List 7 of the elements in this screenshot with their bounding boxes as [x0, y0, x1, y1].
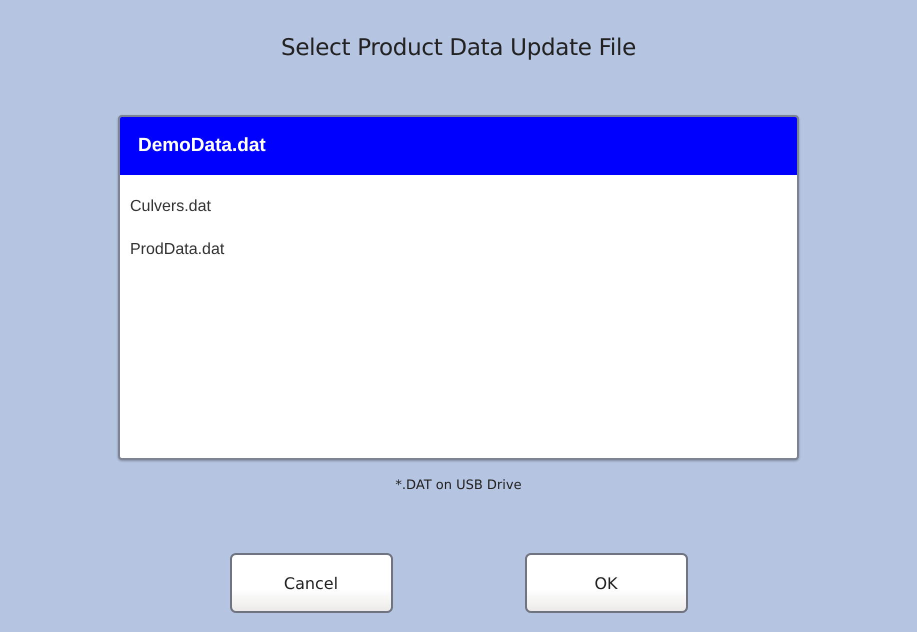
ok-button[interactable]: OK [524, 553, 688, 613]
file-item[interactable]: ProdData.dat [120, 228, 797, 271]
file-item[interactable]: Culvers.dat [120, 185, 797, 228]
cancel-button[interactable]: Cancel [230, 553, 392, 613]
file-item[interactable]: DemoData.dat [120, 117, 797, 175]
file-filter-caption: *.DAT on USB Drive [395, 478, 522, 494]
dialog-title: Select Product Data Update File [281, 34, 636, 63]
